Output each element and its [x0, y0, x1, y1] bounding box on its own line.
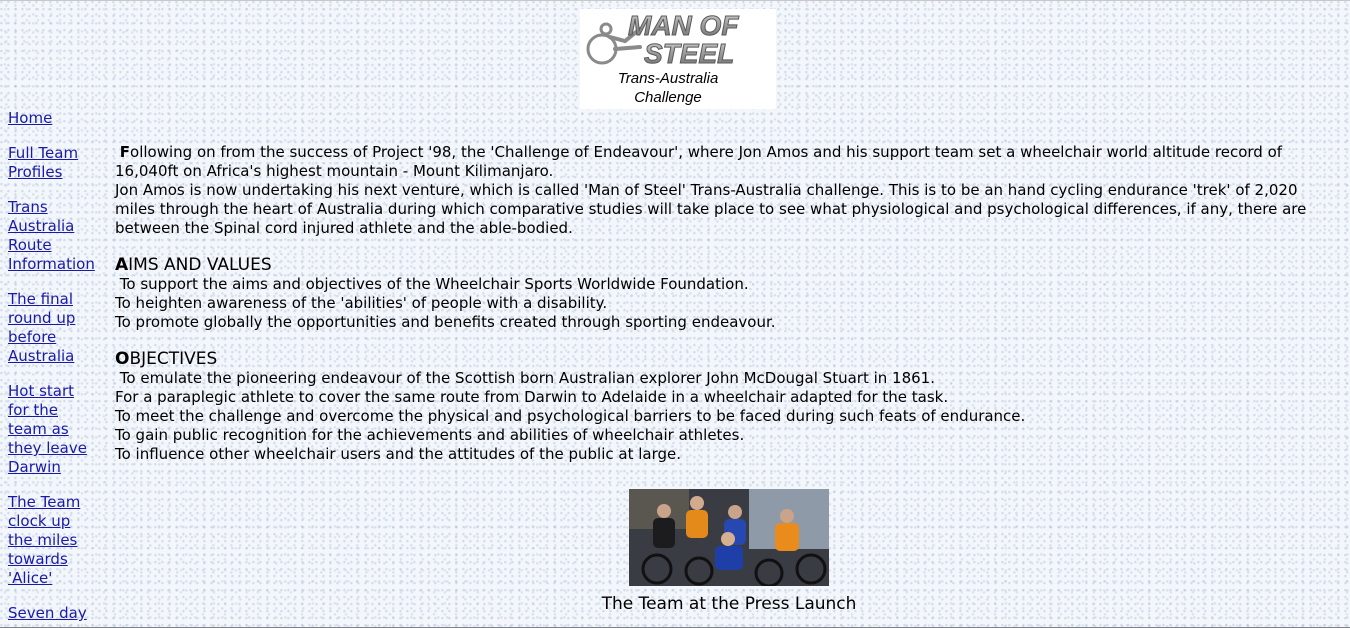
aims-heading-drop: A [115, 255, 129, 275]
sidebar-link-clock-up-miles[interactable]: The Team clock up the miles towards 'Ali… [8, 493, 98, 588]
sidebar-link-team-profiles[interactable]: Full Team Profiles [8, 144, 98, 182]
objectives-item: To gain public recognition for the achie… [115, 426, 745, 444]
sidebar-link-seven-day[interactable]: Seven day [8, 604, 98, 623]
intro-dropcap: F [119, 143, 131, 161]
aims-heading-rest: IMS AND VALUES [128, 255, 272, 275]
wheelchair-logo-icon: MAN OF STEEL [586, 10, 740, 69]
intro-text-1: ollowing on from the success of Project … [115, 143, 1283, 180]
main-content: Following on from the success of Project… [115, 143, 1340, 464]
sidebar-link-final-round-up[interactable]: The final round up before Australia [8, 290, 98, 366]
logo-subtitle-line2: Challenge [634, 89, 702, 106]
sidebar-link-home[interactable]: Home [8, 109, 98, 128]
intro-paragraph-1: Following on from the success of Project… [115, 143, 1340, 181]
sidebar-link-hot-start[interactable]: Hot start for the team as they leave Dar… [8, 382, 98, 477]
logo-subtitle-line1: Trans-Australia [617, 70, 719, 87]
photo-block: The Team at the Press Launch [560, 489, 898, 614]
logo-line2: STEEL [644, 38, 734, 69]
objectives-item: For a paraplegic athlete to cover the sa… [115, 388, 949, 406]
objectives-heading-drop: O [115, 349, 130, 369]
aims-heading: AIMS AND VALUES [115, 255, 1340, 275]
logo-line1: MAN OF [628, 10, 739, 41]
intro-paragraph-2: Jon Amos is now undertaking his next ven… [115, 181, 1307, 237]
objectives-heading-rest: BJECTIVES [129, 349, 218, 369]
logo: MAN OF STEEL Trans-Australia Challenge [580, 9, 776, 109]
aims-item: To support the aims and objectives of th… [115, 275, 1340, 294]
sidebar-nav: Home Full Team Profiles Trans Australia … [8, 109, 98, 628]
aims-item: To promote globally the opportunities an… [115, 313, 776, 331]
objectives-item: To emulate the pioneering endeavour of t… [115, 369, 1340, 388]
sidebar-link-route-info[interactable]: Trans Australia Route Information [8, 198, 98, 274]
aims-item: To heighten awareness of the 'abilities'… [115, 294, 608, 312]
team-photo [629, 489, 829, 586]
objectives-item-text: To emulate the pioneering endeavour of t… [119, 369, 935, 387]
objectives-item: To influence other wheelchair users and … [115, 445, 681, 463]
logo-subtitle: Trans-Australia Challenge [580, 69, 756, 107]
aims-item-text: To support the aims and objectives of th… [119, 275, 749, 293]
photo-caption: The Team at the Press Launch [601, 594, 857, 614]
objectives-heading: OBJECTIVES [115, 349, 1340, 369]
objectives-item: To meet the challenge and overcome the p… [115, 407, 1026, 425]
